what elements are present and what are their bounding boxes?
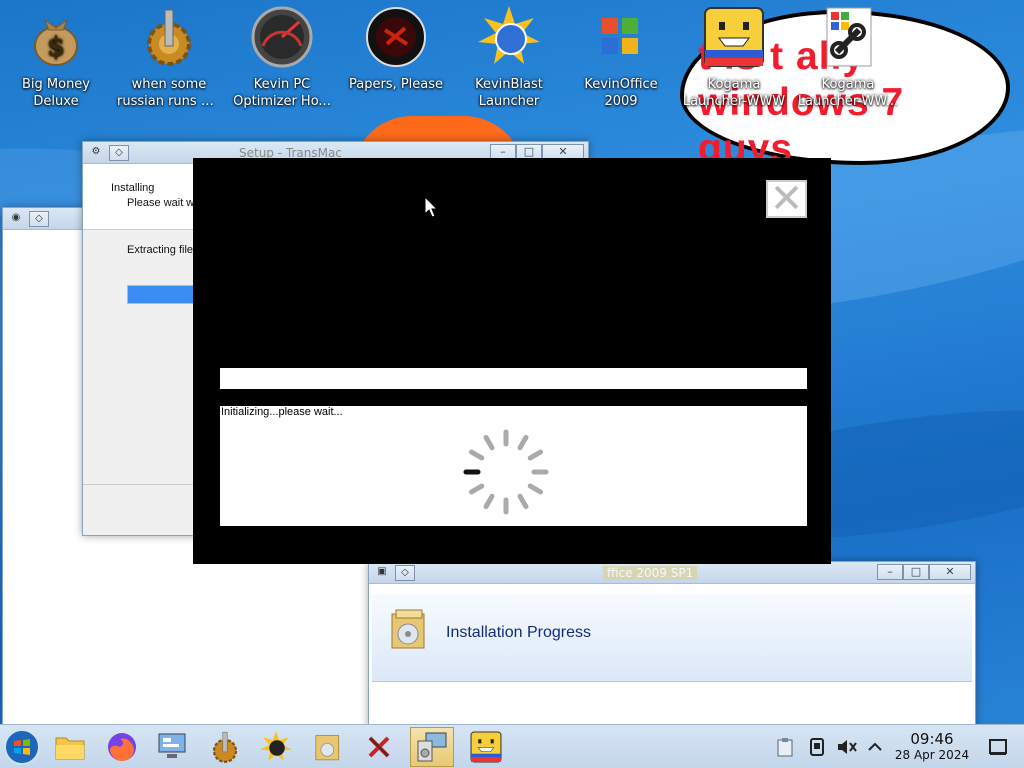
- tray-clipboard-icon[interactable]: [776, 737, 794, 757]
- popup-status-text: Initializing...please wait...: [221, 406, 343, 418]
- start-button[interactable]: [0, 727, 44, 767]
- taskbar-clock[interactable]: 09:46 28 Apr 2024: [892, 730, 972, 763]
- window-options-button[interactable]: ◇: [109, 144, 129, 161]
- taskbar-firefox[interactable]: [100, 727, 144, 767]
- desktop-icon-label: Kevin PC Optimizer Ho...: [233, 77, 331, 109]
- desktop-icon-kogama-launcher[interactable]: Kogama Launcher-WWW: [680, 6, 788, 110]
- sun-globe-icon: [260, 731, 292, 761]
- money-bag-icon: $: [25, 6, 87, 68]
- desktop-icon-kevinblast[interactable]: KevinBlast Launcher: [455, 6, 563, 110]
- taskbar-xtool[interactable]: [357, 727, 401, 767]
- xtool-icon: [368, 736, 390, 758]
- popup-progress-bar: [220, 368, 807, 389]
- kogama-face-icon: [470, 731, 502, 763]
- loading-spinner-icon: [463, 429, 549, 515]
- factory-gear-icon: [138, 6, 200, 68]
- desktop-icon-label: KevinOffice 2009: [584, 77, 658, 109]
- svg-text:$: $: [47, 32, 65, 62]
- desktop-icon-russian-factory[interactable]: when some russian runs a...: [115, 6, 223, 110]
- file-explorer-icon: [55, 737, 85, 760]
- desktop-icon-kevinoffice[interactable]: KevinOffice 2009: [567, 6, 675, 110]
- close-button[interactable]: ✕: [929, 564, 971, 580]
- tray-expand-chevron-icon[interactable]: [866, 737, 884, 757]
- window-menu-icon[interactable]: ◉: [6, 211, 26, 227]
- installer-box-icon: [388, 608, 430, 652]
- desktop-icon-papers-please[interactable]: Papers, Please: [342, 6, 450, 93]
- maximize-button[interactable]: □: [903, 564, 929, 580]
- desktop-icon-label: Papers, Please: [348, 77, 444, 92]
- office-window-titlebar[interactable]: ▣ ◇ ffice 2009 SP1 – □ ✕: [369, 562, 975, 584]
- office-header: Installation Progress: [372, 594, 972, 682]
- popup-close-button[interactable]: ✕: [766, 179, 807, 219]
- desktop-icon-big-money[interactable]: $ Big Money Deluxe: [2, 6, 110, 110]
- office-logo-icon: [590, 6, 652, 68]
- desktop-icon-label: Big Money Deluxe: [21, 77, 90, 109]
- office-window-title: ffice 2009 SP1: [603, 565, 698, 580]
- sun-globe-icon: [478, 6, 540, 68]
- taskbar: 09:46 28 Apr 2024: [0, 724, 1024, 768]
- taskbar-kevinblast[interactable]: [254, 727, 298, 767]
- tray-device-icon[interactable]: [808, 737, 826, 757]
- installer-box-icon: [315, 735, 340, 761]
- desktop-icon-label: KevinBlast Launcher: [475, 77, 543, 109]
- taskbar-factory-app[interactable]: [203, 727, 247, 767]
- factory-gear-icon: [212, 731, 238, 763]
- loader-popup: ✕ Initializing...please wait...: [193, 158, 831, 564]
- clock-date: 28 Apr 2024: [894, 748, 970, 762]
- setup-progress-bar: [127, 285, 197, 304]
- taskbar-control-panel[interactable]: [150, 727, 194, 767]
- taskbar-installer[interactable]: [306, 727, 350, 767]
- minimize-button[interactable]: –: [877, 564, 903, 580]
- mouse-cursor-icon: [424, 196, 438, 218]
- gauge-icon: [251, 6, 313, 68]
- tray-volume-muted-icon[interactable]: [836, 737, 858, 757]
- setup-computer-icon: [417, 732, 447, 762]
- window-options-button[interactable]: ◇: [29, 210, 49, 227]
- extracting-label: Extracting file: [127, 244, 194, 256]
- taskbar-kogama[interactable]: [464, 727, 508, 767]
- desktop-icon-kogama-launcher-shortcut[interactable]: Kogama Launcher-WW...: [794, 6, 902, 110]
- desktop-icon-label: Kogama Launcher-WW...: [797, 77, 899, 109]
- kogama-face-icon: [703, 6, 765, 68]
- desktop-icon-label: when some russian runs a...: [117, 77, 222, 109]
- office-app-icon[interactable]: ▣: [372, 565, 392, 581]
- clock-time: 09:46: [910, 730, 954, 748]
- setup-app-icon[interactable]: ⚙: [86, 145, 106, 161]
- desktop-icon-kevin-pc-optimizer[interactable]: Kevin PC Optimizer Ho...: [228, 6, 336, 110]
- control-panel-icon: [158, 733, 186, 758]
- show-desktop-icon[interactable]: [988, 737, 1008, 757]
- red-seal-icon: [365, 6, 427, 68]
- window-options-button[interactable]: ◇: [395, 564, 415, 581]
- popup-status-panel: Initializing...please wait...: [220, 406, 807, 526]
- taskbar-file-explorer[interactable]: [48, 727, 92, 767]
- desktop-icon-label: Kogama Launcher-WWW: [682, 77, 786, 109]
- installation-progress-heading: Installation Progress: [446, 624, 591, 641]
- shortcut-link-icon: [817, 6, 879, 68]
- office-window-controls: – □ ✕: [877, 564, 971, 580]
- windows-start-icon: [4, 729, 40, 765]
- taskbar-setup-active[interactable]: [410, 727, 454, 767]
- firefox-icon: [108, 733, 136, 761]
- office-installer-window[interactable]: ▣ ◇ ffice 2009 SP1 – □ ✕ Installation Pr…: [368, 561, 976, 731]
